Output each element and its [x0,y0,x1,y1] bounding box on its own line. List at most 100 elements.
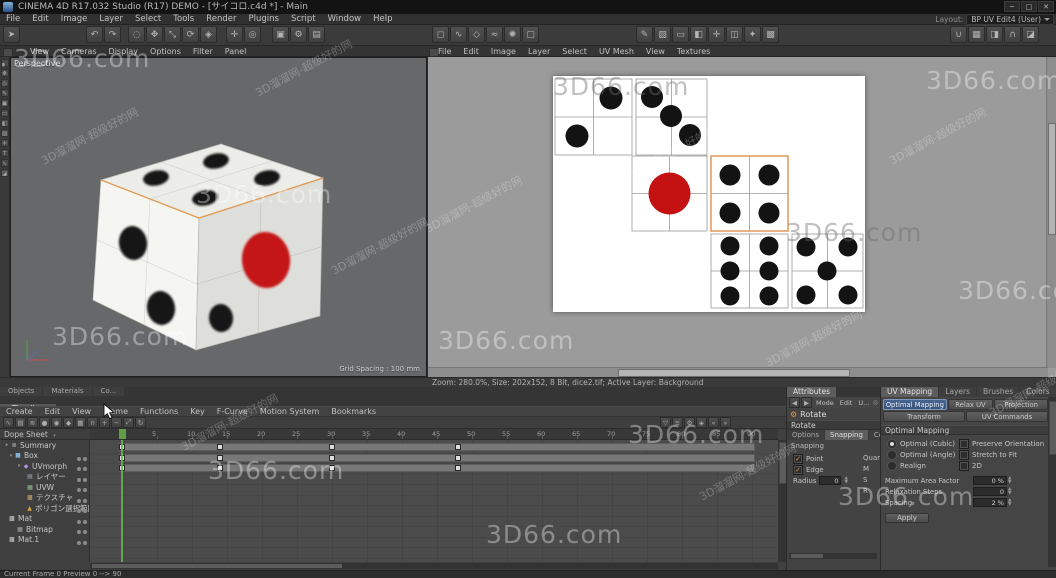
spline-mode-icon[interactable]: ∿ [3,417,14,428]
timeline-object-summary[interactable]: ▸≣Summary [0,440,89,451]
tab-attributes[interactable]: Attributes [787,387,836,397]
timeline-ruler[interactable]: 51015202530354045505560657075808590 [90,429,778,440]
menu-select[interactable]: Select [129,14,167,24]
checkbox-2d[interactable] [959,461,969,471]
checkbox-edge[interactable]: ✓ [793,465,803,475]
viewport-panel-icon[interactable] [3,48,13,57]
keyframe-frame-30[interactable] [329,455,335,461]
stamp-icon[interactable]: ▨ [654,26,671,43]
texture-menu-uv-mesh[interactable]: UV Mesh [593,47,640,56]
texture-vertical-scrollbar[interactable] [1046,57,1056,368]
apply-button[interactable]: Apply [885,513,929,523]
viewport-menu-filter[interactable]: Filter [187,47,219,56]
loop-icon[interactable]: ↻ [135,417,146,428]
viewport-menu-view[interactable]: View [24,47,55,56]
animation-track[interactable] [119,443,755,451]
texture-uv-editor[interactable] [427,57,1056,377]
add-camera-icon[interactable]: ▢ [522,26,539,43]
menu-image[interactable]: Image [55,14,94,24]
maximize-button[interactable]: □ [1021,1,1037,12]
keyframe-frame-14[interactable] [217,465,223,471]
text-tool-icon[interactable]: T [1,149,9,157]
spinner-control[interactable]: ▲▼ [1008,488,1011,496]
eraser-icon[interactable]: ▭ [672,26,689,43]
minimize-button[interactable]: ─ [1004,1,1020,12]
add-cube-icon[interactable]: ◻ [432,26,449,43]
attr-forward-icon[interactable]: ▶ [801,397,812,408]
magic-wand-icon[interactable]: ✦ [744,26,761,43]
uv-panel-scrollbar[interactable] [1048,397,1056,567]
tab-colors[interactable]: Colors [1020,387,1056,397]
keyframe-frame-30[interactable] [329,444,335,450]
add-light-icon[interactable]: ✺ [504,26,521,43]
texture-menu-layer[interactable]: Layer [522,47,556,56]
quantize-icon[interactable]: ◨ [986,26,1003,43]
timeline-object-item[interactable]: ▤レイヤー [0,472,89,483]
dopesheet-mode-icon[interactable]: ▤ [15,417,26,428]
texture-menu-select[interactable]: Select [556,47,593,56]
move-icon[interactable]: ✥ [146,26,163,43]
timeline-menu-functions[interactable]: Functions [134,407,184,416]
timeline-menu-frame[interactable]: Frame [97,407,134,416]
frame-all-icon[interactable]: ⤢ [123,417,134,428]
relaxation-steps-input[interactable]: 0 [973,487,1007,496]
grid-icon[interactable]: ▦ [968,26,985,43]
timeline-object-item[interactable]: ▩テクスチャ [0,493,89,504]
options-icon[interactable]: ⚙ [684,417,695,428]
scrollbar-thumb[interactable] [1048,123,1056,235]
spacing-input[interactable]: 2 % [973,498,1007,507]
keyframe-frame-14[interactable] [217,455,223,461]
timeline-object-item[interactable]: ▲ポリゴン選択範囲 [0,503,89,514]
magnet-icon[interactable]: ∩ [1004,26,1021,43]
spinner-control[interactable]: ▲▼ [1008,477,1011,485]
scrollbar-thumb[interactable] [791,554,823,558]
lock-icon[interactable]: ◪ [1022,26,1039,43]
fill-bucket-icon[interactable]: ◧ [690,26,707,43]
tab-materials[interactable]: Materials [43,387,91,396]
radio-optimal-cubic[interactable] [887,439,897,449]
spinner-control[interactable]: ▲▼ [1008,499,1011,507]
pointer-icon[interactable]: ➤ [3,26,20,43]
timeline-menu-f-curve[interactable]: F-Curve [211,407,254,416]
viewport-menu-cameras[interactable]: Cameras [55,47,103,56]
next-bookmark-icon[interactable]: » [720,417,731,428]
playhead-marker[interactable] [119,429,126,440]
render-queue-icon[interactable]: ▤ [308,26,325,43]
timeline-object-uvw[interactable]: ▦UVW [0,482,89,493]
texture-canvas[interactable] [553,76,865,312]
attributes-menu-mode[interactable]: Mode [813,399,837,407]
bookmark-icon[interactable]: ◈ [696,417,707,428]
tab-layers[interactable]: Layers [939,387,976,397]
mirror-icon[interactable]: ◫ [726,26,743,43]
redo-icon[interactable]: ↷ [104,26,121,43]
timeline-vertical-scrollbar[interactable] [778,440,786,562]
dice-3d-model[interactable] [41,118,361,377]
timeline-menu-bookmarks[interactable]: Bookmarks [325,407,382,416]
timeline-menu-motion-system[interactable]: Motion System [254,407,326,416]
picker-tool-icon[interactable]: ✛ [1,139,9,147]
menu-window[interactable]: Window [322,14,368,24]
add-deformer-icon[interactable]: ≈ [486,26,503,43]
optimal-mapping-section-header[interactable]: Optimal Mapping [881,425,1049,435]
optimal-mapping-button[interactable]: Optimal Mapping [883,399,947,410]
attributes-menu-edit[interactable]: Edit [837,399,856,407]
keyframe-frame-14[interactable] [217,444,223,450]
timeline-object-mat[interactable]: ▩Mat [0,514,89,525]
relax-uv-button[interactable]: Relax UV [948,399,994,410]
menu-plugins[interactable]: Plugins [242,14,284,24]
menu-tools[interactable]: Tools [167,14,200,24]
texture-horizontal-scrollbar[interactable] [428,367,1048,377]
viewport-menu-options[interactable]: Options [144,47,187,56]
attributes-horizontal-scrollbar[interactable] [789,553,877,559]
timeline-menu-create[interactable]: Create [0,407,39,416]
texture-menu-image[interactable]: Image [485,47,522,56]
live-selection-icon[interactable]: ◌ [128,26,145,43]
tab-snapping[interactable]: Snapping [825,430,868,440]
tab-co[interactable]: Co... [93,387,125,396]
smear-tool-icon[interactable]: ∿ [1,159,9,167]
eraser-tool-icon[interactable]: ▭ [1,109,9,117]
tab-objects[interactable]: Objects [0,387,42,396]
scrollbar-thumb[interactable] [1049,401,1056,455]
close-button[interactable]: ✕ [1038,1,1054,12]
texture-menu-edit[interactable]: Edit [457,47,485,56]
